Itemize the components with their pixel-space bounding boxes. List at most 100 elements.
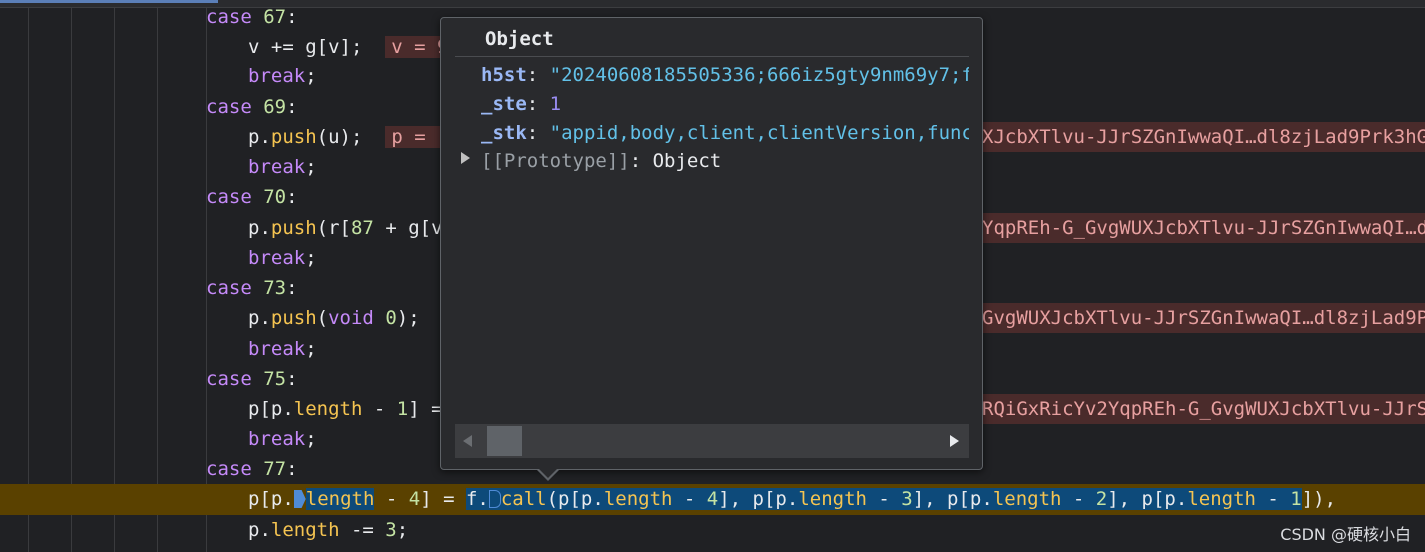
punct: : — [286, 368, 298, 390]
punct: : — [526, 122, 550, 144]
code-text: ( — [316, 307, 329, 329]
expand-triangle-icon[interactable] — [461, 152, 470, 164]
keyword: case — [206, 6, 252, 28]
property-row-h5st[interactable]: h5st: "20240608185505336;666iz5gty9nm69y… — [481, 61, 969, 89]
punct: ; — [305, 247, 317, 269]
code-text: p. — [248, 519, 271, 541]
property-key: _stk — [481, 122, 527, 144]
keyword: break — [248, 156, 306, 178]
watermark: CSDN @硬核小白 — [1280, 525, 1411, 544]
keyword: case — [206, 368, 252, 390]
code-text: - — [672, 488, 707, 510]
number: 75 — [263, 368, 287, 390]
method-name: push — [270, 126, 317, 148]
property-name: length — [603, 488, 673, 510]
number: 87 — [350, 217, 374, 239]
property-value: "20240608185505336;666iz5gty9nm69y7;f06 — [549, 64, 969, 86]
code-text: p[p. — [248, 488, 294, 510]
property-row-ste[interactable]: _ste: 1 — [481, 90, 969, 118]
code-text: ], p[p. — [912, 488, 993, 510]
scrollbar-thumb[interactable] — [487, 426, 522, 456]
keyword: case — [206, 458, 252, 480]
method-name: push — [270, 217, 317, 239]
code-line[interactable]: p.length -= 3; — [0, 515, 1425, 545]
popover-title: Object — [485, 28, 554, 50]
number: 77 — [263, 458, 287, 480]
code-text: ] = — [420, 488, 466, 510]
property-key: _ste — [481, 93, 527, 115]
number: 73 — [263, 277, 287, 299]
keyword: void — [328, 307, 374, 329]
method-name: call — [500, 488, 547, 510]
property-name: length — [270, 519, 340, 541]
property-name: length — [992, 488, 1062, 510]
punct: : — [286, 96, 298, 118]
number: 4 — [408, 488, 421, 510]
code-text: f. — [465, 488, 489, 510]
number: 70 — [263, 186, 287, 208]
property-value: "appid,body,client,clientVersion,functi — [549, 122, 969, 144]
code-text: - — [362, 398, 397, 420]
prototype-row[interactable]: [[Prototype]]: Object — [481, 147, 969, 175]
property-key: h5st — [481, 64, 527, 86]
inline-value: GvgWUXJcbXTlvu-JJrSZGnIwwaQI…dl8zjLad9Pr… — [976, 303, 1425, 333]
keyword: case — [206, 186, 252, 208]
keyword: case — [206, 277, 252, 299]
punct: : — [526, 93, 550, 115]
code-text: p. — [248, 217, 271, 239]
breakpoint-marker-icon[interactable] — [488, 490, 501, 508]
scroll-left-arrow-icon[interactable] — [463, 435, 472, 447]
prototype-label: [[Prototype]] — [481, 150, 630, 172]
code-text: (r[ — [316, 217, 351, 239]
code-text: -= — [339, 519, 386, 541]
number: 67 — [263, 6, 287, 28]
punct: : — [629, 150, 653, 172]
keyword: break — [248, 247, 306, 269]
code-text: - — [1061, 488, 1096, 510]
keyword: case — [206, 96, 252, 118]
property-name: length — [305, 488, 375, 510]
horizontal-scrollbar[interactable] — [455, 424, 969, 458]
property-row-stk[interactable]: _stk: "appid,body,client,clientVersion,f… — [481, 119, 969, 147]
inline-value: RQiGxRicYv2YqpREh-G_GvgWUXJcbXTlvu-JJrSZ… — [976, 394, 1425, 424]
code-text: ]), — [1301, 488, 1337, 510]
code-text: v += g[v]; — [248, 36, 363, 58]
keyword: break — [248, 428, 306, 450]
code-text: (u); — [316, 126, 363, 148]
scroll-right-arrow-icon[interactable] — [950, 435, 959, 447]
number: 4 — [706, 488, 719, 510]
object-preview-popover[interactable]: Object h5st: "20240608185505336;666iz5gt… — [440, 17, 983, 481]
code-text: ], p[p. — [1107, 488, 1188, 510]
property-name: length — [798, 488, 867, 510]
popover-pointer-fill — [538, 468, 558, 478]
property-name: length — [293, 398, 363, 420]
code-text: - — [374, 488, 409, 510]
code-text: ] = — [408, 398, 443, 420]
number: 0 — [385, 307, 397, 329]
keyword: break — [248, 338, 306, 360]
code-text: p. — [248, 126, 271, 148]
punct: ; — [305, 428, 317, 450]
number: 69 — [263, 96, 287, 118]
punct: ; — [305, 65, 317, 87]
code-text: ; — [396, 519, 409, 541]
breakpoint-marker-icon[interactable] — [293, 490, 306, 508]
property-name: length — [1187, 488, 1256, 510]
code-text: p[p. — [248, 398, 294, 420]
prototype-value: Object — [652, 150, 722, 172]
code-text: ); — [396, 307, 420, 329]
number: 1 — [1290, 488, 1302, 510]
punct: ; — [305, 156, 317, 178]
punct: : — [286, 186, 298, 208]
code-text: p. — [248, 307, 271, 329]
code-text: - — [1255, 488, 1291, 510]
number: 2 — [1095, 488, 1108, 510]
punct: : — [286, 458, 298, 480]
method-name: push — [270, 307, 317, 329]
divider — [455, 56, 969, 57]
property-value: 1 — [549, 93, 562, 115]
number: 1 — [396, 398, 409, 420]
current-execution-line[interactable]: p[p. length - 4] = f. call(p[p.length - 4]… — [0, 484, 1425, 515]
inline-value: XJcbXTlvu-JJrSZGnIwwaQI…dl8zjLad9Prk3hGJ… — [976, 122, 1425, 152]
